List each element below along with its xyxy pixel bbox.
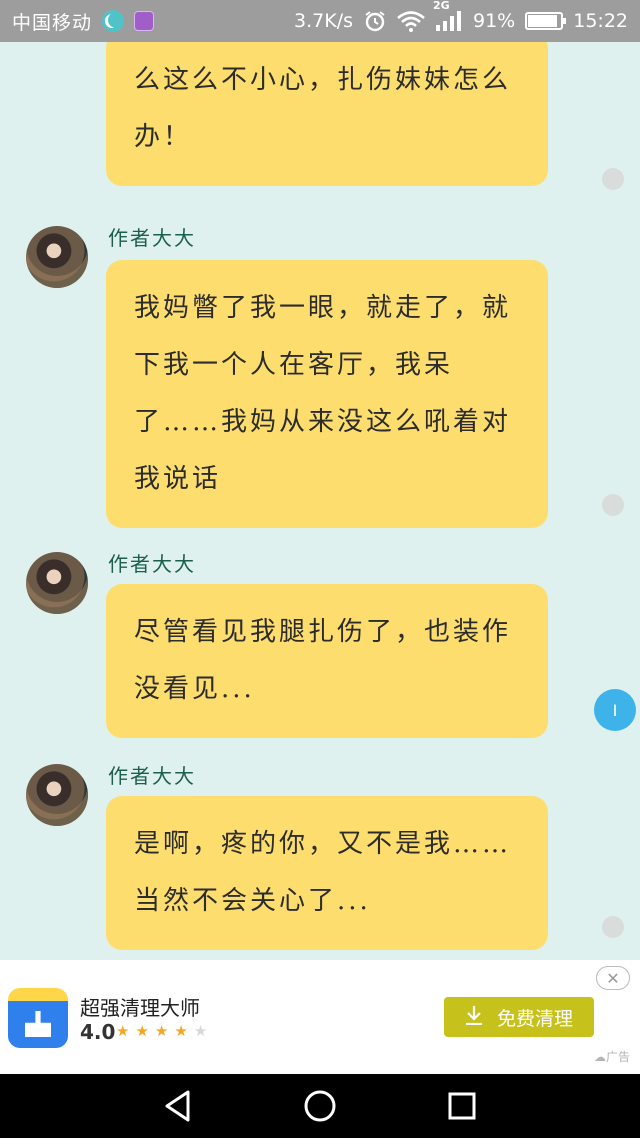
star-icon: ★ xyxy=(116,1022,136,1040)
rating-stars: ★★★★★ xyxy=(116,1022,213,1040)
ad-rating: 4.0 xyxy=(80,1020,116,1044)
moon-icon xyxy=(102,10,125,32)
status-bar: 中国移动 3.7K/s 2G 91% 15:22 xyxy=(0,0,640,42)
star-icon: ★ xyxy=(154,1022,175,1040)
network-speed: 3.7K/s xyxy=(294,10,353,32)
scroll-to-bottom-button[interactable]: I xyxy=(594,689,636,731)
back-button[interactable] xyxy=(158,1086,198,1126)
carrier-name: 中国移动 xyxy=(12,11,93,34)
message-status-dot[interactable] xyxy=(602,494,624,516)
message-status-dot[interactable] xyxy=(602,916,624,938)
home-icon xyxy=(304,1090,336,1122)
avatar[interactable] xyxy=(26,764,88,826)
avatar[interactable] xyxy=(26,552,88,614)
battery-percent: 91% xyxy=(473,10,516,32)
message-bubble[interactable]: 尽管看见我腿扎伤了，也装作没看见... xyxy=(106,584,548,738)
system-nav-bar xyxy=(0,1074,640,1138)
ad-banner[interactable]: 超强清理大师 4.0 ★★★★★ 免费清理 ✕ ☁广告 xyxy=(0,960,640,1074)
battery-fill xyxy=(528,15,558,27)
star-icon: ★ xyxy=(193,1022,214,1040)
free-clean-button[interactable]: 免费清理 xyxy=(444,997,594,1037)
message-status-dot[interactable] xyxy=(602,168,624,190)
author-name: 作者大大 xyxy=(108,226,196,250)
alarm-icon xyxy=(363,9,387,33)
back-icon xyxy=(165,1090,190,1122)
signal-icon: 2G xyxy=(433,0,463,32)
clock: 15:22 xyxy=(573,10,628,32)
message-bubble[interactable]: 么这么不小心，扎伤妹妹怎么办！ xyxy=(106,42,548,186)
gallery-icon xyxy=(134,11,155,31)
ad-app-title[interactable]: 超强清理大师 xyxy=(80,992,200,1021)
free-clean-label: 免费清理 xyxy=(496,1007,573,1030)
message-bubble[interactable]: 是啊，疼的你，又不是我……当然不会关心了... xyxy=(106,796,548,950)
broom-icon xyxy=(25,1011,51,1037)
cloud-icon: ☁ xyxy=(593,1050,606,1064)
home-button[interactable] xyxy=(300,1086,340,1126)
ad-label: ☁广告 xyxy=(594,1048,630,1065)
ad-close-button[interactable]: ✕ xyxy=(596,966,630,990)
recents-button[interactable] xyxy=(442,1086,482,1126)
message-bubble[interactable]: 我妈瞥了我一眼，就走了，就下我一个人在客厅，我呆了……我妈从来没这么吼着对我说话 xyxy=(106,260,548,528)
star-icon: ★ xyxy=(174,1022,194,1040)
battery-icon xyxy=(525,12,567,30)
author-name: 作者大大 xyxy=(108,764,196,788)
star-icon: ★ xyxy=(135,1022,155,1040)
chat-list[interactable]: 么这么不小心，扎伤妹妹怎么办！ 作者大大 我妈瞥了我一眼，就走了，就下我一个人在… xyxy=(0,42,640,960)
app-icon[interactable] xyxy=(8,988,68,1048)
wifi-icon xyxy=(397,10,425,32)
download-icon xyxy=(465,1005,483,1030)
avatar[interactable] xyxy=(26,226,88,288)
recents-icon xyxy=(448,1092,476,1120)
author-name: 作者大大 xyxy=(108,552,196,576)
ad-label-text: 广告 xyxy=(605,1050,630,1064)
network-type: 2G xyxy=(433,0,450,12)
